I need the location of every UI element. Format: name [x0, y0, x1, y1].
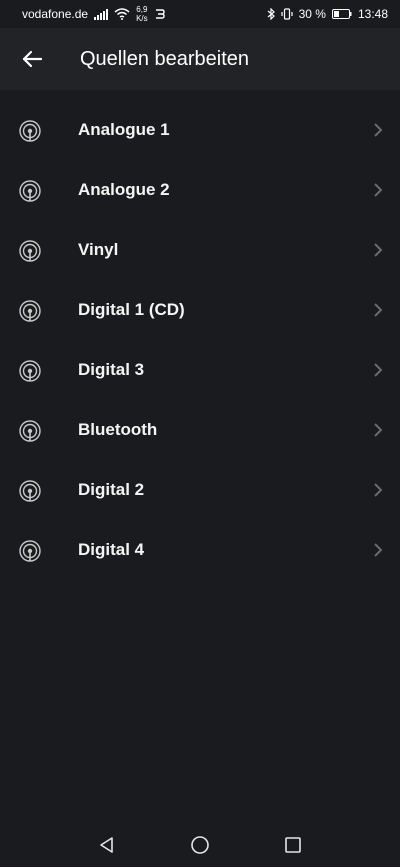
source-label: Analogue 2 [78, 180, 170, 199]
chevron-right-icon [374, 243, 383, 257]
broadcast-icon [19, 480, 41, 502]
wifi-icon [114, 8, 130, 20]
chevron-right-icon [374, 123, 383, 137]
back-button[interactable] [0, 28, 64, 90]
broadcast-icon [19, 360, 41, 382]
source-item-digital-4[interactable]: Digital 4 [0, 520, 400, 580]
source-label: Analogue 1 [78, 120, 170, 139]
app-bar: Quellen bearbeiten [0, 28, 400, 90]
source-item-digital-2[interactable]: Digital 2 [0, 460, 400, 520]
signal-icon [94, 8, 109, 20]
source-list: Analogue 1 Analogue 2 Vinyl Digital 1 (C… [0, 100, 400, 580]
square-recents-icon [285, 837, 302, 853]
source-label: Bluetooth [78, 420, 158, 439]
chevron-right-icon [374, 303, 383, 317]
source-item-vinyl[interactable]: Vinyl [0, 220, 400, 280]
page-title: Quellen bearbeiten [80, 47, 250, 70]
source-label: Vinyl [78, 240, 119, 259]
nav-recents-button[interactable] [278, 830, 308, 860]
battery-icon [331, 9, 352, 19]
arrow-left-icon [22, 50, 42, 68]
vibrate-icon [281, 8, 293, 20]
chevron-right-icon [374, 483, 383, 497]
status-bar: vodafone.de 6,9 K/s 30 % 13:48 [0, 0, 400, 28]
network-speed-unit: K/s [136, 14, 148, 23]
chevron-right-icon [374, 183, 383, 197]
battery-percent: 30 % [298, 7, 326, 21]
bluetooth-icon [267, 8, 275, 20]
broadcast-icon [19, 120, 41, 142]
status-left: vodafone.de 6,9 K/s [22, 5, 166, 23]
triangle-back-icon [99, 837, 113, 853]
source-item-digital-3[interactable]: Digital 3 [0, 340, 400, 400]
system-nav-bar [0, 823, 400, 867]
circle-home-icon [191, 836, 209, 854]
nav-back-button[interactable] [92, 830, 122, 860]
source-item-analogue-2[interactable]: Analogue 2 [0, 160, 400, 220]
source-label: Digital 2 [78, 480, 145, 499]
source-label: Digital 1 (CD) [78, 300, 185, 319]
chevron-right-icon [374, 363, 383, 377]
broadcast-icon [19, 300, 41, 322]
broadcast-icon [19, 180, 41, 202]
network-speed: 6,9 K/s [136, 5, 148, 23]
broadcast-icon [19, 540, 41, 562]
clock: 13:48 [357, 7, 388, 21]
carrier-label: vodafone.de [22, 7, 89, 21]
nav-home-button[interactable] [185, 830, 215, 860]
status-right: 30 % 13:48 [267, 7, 388, 21]
source-item-analogue-1[interactable]: Analogue 1 [0, 100, 400, 160]
source-label: Digital 4 [78, 540, 145, 559]
source-item-bluetooth[interactable]: Bluetooth [0, 400, 400, 460]
chevron-right-icon [374, 423, 383, 437]
source-item-digital-1-cd[interactable]: Digital 1 (CD) [0, 280, 400, 340]
broadcast-icon [19, 420, 41, 442]
network-speed-value: 6,9 [136, 5, 148, 14]
source-label: Digital 3 [78, 360, 145, 379]
broadcast-icon [19, 240, 41, 262]
data-saver-icon [155, 9, 165, 19]
chevron-right-icon [374, 543, 383, 557]
